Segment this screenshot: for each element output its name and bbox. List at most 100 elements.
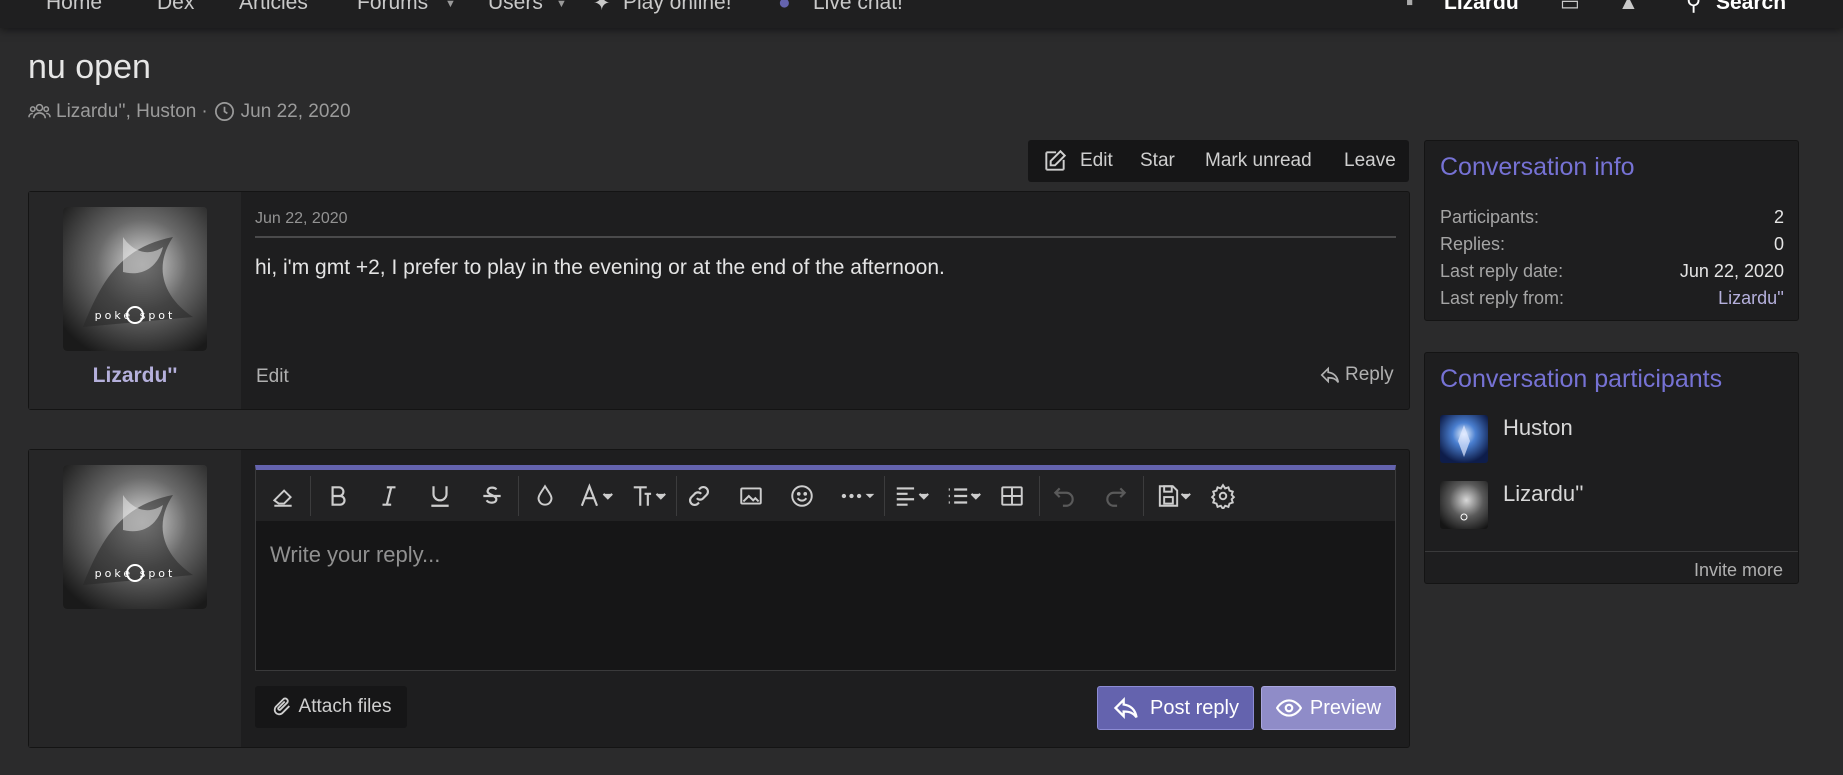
redo-icon[interactable] <box>1101 481 1131 511</box>
participants-icon <box>28 103 51 119</box>
rich-text-editor[interactable]: Write your reply... <box>255 465 1396 671</box>
bold-icon[interactable] <box>323 481 353 511</box>
user-avatar-icon[interactable]: ▪ <box>1406 0 1413 15</box>
nav-search[interactable]: Search <box>1716 0 1786 15</box>
page-title: nu open <box>28 48 151 86</box>
message-edit-link[interactable]: Edit <box>256 366 289 388</box>
list-icon[interactable] <box>944 481 986 511</box>
text-color-icon[interactable] <box>530 481 560 511</box>
reply-icon <box>1320 366 1340 384</box>
last-reply-user-link[interactable]: Lizardu'' <box>1718 288 1784 309</box>
attach-files-button[interactable]: Attach files <box>255 686 407 728</box>
message-date[interactable]: Jun 22, 2020 <box>255 210 348 228</box>
participants-divider <box>1425 551 1798 552</box>
toolbar-divider <box>884 476 885 516</box>
info-label: Last reply date: <box>1440 261 1564 281</box>
toolbar-divider <box>310 476 311 516</box>
toolbar-divider <box>676 476 677 516</box>
editor-toolbar <box>256 470 1395 521</box>
info-row-replies: Replies: 0 <box>1440 234 1784 255</box>
message-divider <box>255 236 1396 238</box>
info-value: 2 <box>1773 207 1784 227</box>
paperclip-icon <box>273 697 290 716</box>
info-row-last-reply-from: Last reply from: Lizardu'' <box>1440 288 1784 309</box>
info-row-last-reply-date: Last reply date: Jun 22, 2020 <box>1440 261 1784 282</box>
conversation-message: poke spot Lizardu'' Jun 22, 2020 hi, i'm… <box>28 191 1410 410</box>
composer-avatar: poke spot <box>63 465 207 609</box>
alerts-icon[interactable]: ▲ <box>1618 0 1639 15</box>
font-family-icon[interactable] <box>576 481 618 511</box>
edit-button[interactable]: Edit <box>1080 150 1113 172</box>
underline-icon[interactable] <box>425 481 455 511</box>
image-icon[interactable] <box>736 481 766 511</box>
avatar[interactable]: poke spot <box>63 207 207 351</box>
message-body: hi, i'm gmt +2, I prefer to play in the … <box>255 256 945 279</box>
participant-avatar[interactable] <box>1440 481 1488 529</box>
participant-item[interactable]: Huston <box>1440 415 1780 465</box>
participant-name[interactable]: Lizardu'' <box>1503 481 1584 507</box>
participants-title: Conversation participants <box>1440 365 1723 393</box>
message-author[interactable]: Lizardu'' <box>29 364 241 388</box>
reply-label: Reply <box>1345 364 1394 385</box>
nav-forums[interactable]: Forums <box>357 0 428 15</box>
link-icon[interactable] <box>684 481 714 511</box>
attach-files-label: Attach files <box>298 696 392 717</box>
nav-username[interactable]: Lizardu'' <box>1444 0 1529 15</box>
nav-play-online[interactable]: Play online! <box>623 0 732 15</box>
leave-button[interactable]: Leave <box>1344 150 1396 172</box>
more-icon[interactable] <box>836 481 880 511</box>
nav-dex[interactable]: Dex <box>157 0 194 15</box>
message-reply-button[interactable]: Reply <box>1319 364 1394 386</box>
smilie-icon[interactable] <box>787 481 817 511</box>
participants-text[interactable]: Lizardu'', Huston <box>56 101 196 123</box>
info-label: Last reply from: <box>1440 288 1565 308</box>
live-chat-icon: ● <box>778 0 791 14</box>
preview-label: Preview <box>1309 696 1382 719</box>
conversation-info-block: Conversation info Participants: 2 Replie… <box>1424 140 1799 321</box>
info-value: 0 <box>1773 234 1784 254</box>
nav-users[interactable]: Users <box>488 0 543 15</box>
italic-icon[interactable] <box>374 481 404 511</box>
toolbar-divider <box>1039 476 1040 516</box>
reply-composer: poke spot Write your reply... Attach fil… <box>28 449 1410 748</box>
top-navigation: Home Dex Articles Forums ▼ Users ▼ ✦ Pla… <box>0 0 1843 28</box>
nav-live-chat[interactable]: Live chat! <box>813 0 903 15</box>
search-icon[interactable]: ⚲ <box>1686 0 1701 16</box>
inbox-icon[interactable]: ▭ <box>1560 0 1580 16</box>
participant-name[interactable]: Huston <box>1503 415 1573 441</box>
participant-item[interactable]: Lizardu'' <box>1440 481 1780 531</box>
table-icon[interactable] <box>997 481 1027 511</box>
preview-button[interactable]: Preview <box>1261 686 1396 730</box>
font-size-icon[interactable] <box>629 481 671 511</box>
composer-avatar-logo-text: poke spot <box>95 567 176 580</box>
play-online-icon: ✦ <box>593 0 611 15</box>
edit-icon[interactable] <box>1042 148 1068 180</box>
info-row-participants: Participants: 2 <box>1440 207 1784 228</box>
star-button[interactable]: Star <box>1140 150 1175 172</box>
users-dropdown-icon[interactable]: ▼ <box>556 0 567 10</box>
strikethrough-icon[interactable] <box>477 481 507 511</box>
participant-avatar[interactable] <box>1440 415 1488 463</box>
composer-user-column: poke spot <box>29 450 241 747</box>
post-reply-button[interactable]: Post reply <box>1097 686 1254 730</box>
reply-input[interactable]: Write your reply... <box>270 542 440 568</box>
mark-unread-button[interactable]: Mark unread <box>1205 150 1312 172</box>
nav-home[interactable]: Home <box>46 0 102 15</box>
undo-icon[interactable] <box>1049 481 1079 511</box>
invite-more-link[interactable]: Invite more <box>1694 560 1783 581</box>
forums-dropdown-icon[interactable]: ▼ <box>445 0 456 10</box>
conversation-info-title: Conversation info <box>1440 153 1635 181</box>
nav-articles[interactable]: Articles <box>239 0 308 15</box>
conversation-date: Jun 22, 2020 <box>240 100 351 122</box>
post-reply-label: Post reply <box>1150 696 1239 719</box>
align-icon[interactable] <box>892 481 934 511</box>
toolbar-divider <box>1143 476 1144 516</box>
info-value: Jun 22, 2020 <box>1679 261 1784 281</box>
settings-icon[interactable] <box>1208 481 1238 511</box>
eraser-icon[interactable] <box>268 481 298 511</box>
drafts-icon[interactable] <box>1154 481 1196 511</box>
eye-icon <box>1275 699 1302 717</box>
conversation-action-bar: Edit Star Mark unread Leave <box>1028 140 1409 182</box>
reply-icon <box>1113 697 1138 719</box>
meta-separator: · <box>201 100 208 122</box>
